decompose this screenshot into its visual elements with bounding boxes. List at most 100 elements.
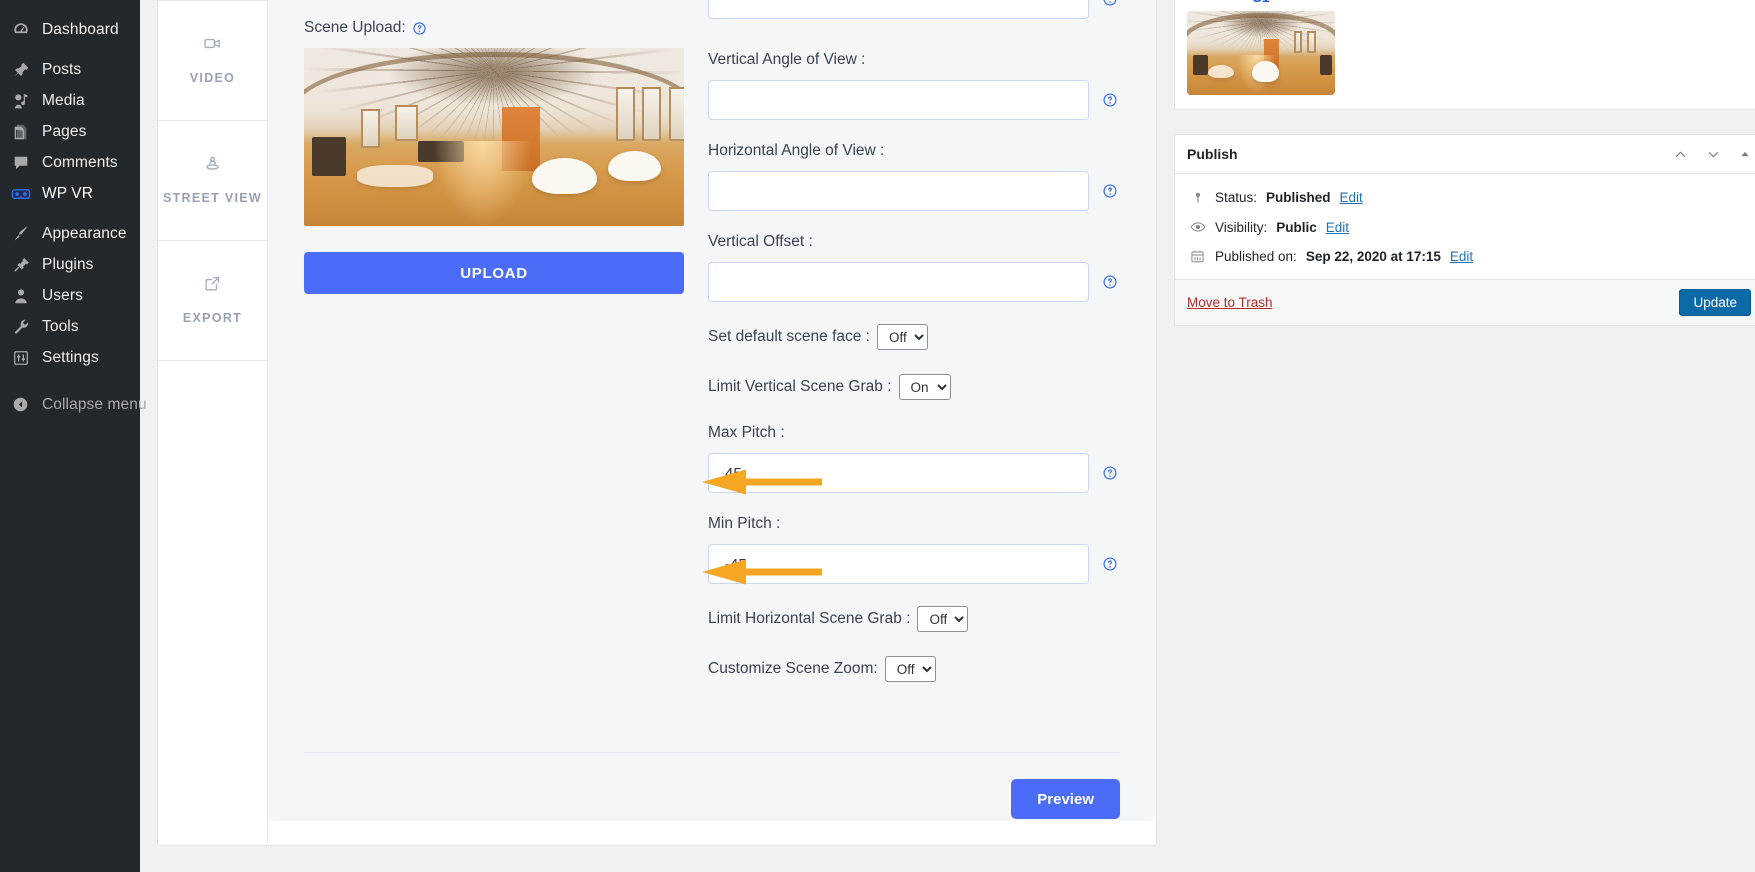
field-label: Min Pitch : [708,515,781,532]
toggle-panel-icon[interactable] [1739,148,1751,160]
appearance-brush-icon [10,223,31,244]
vertical-angle-of-view-input[interactable] [708,80,1089,120]
settings-sliders-icon [10,347,31,368]
sidebar-item-label: Plugins [42,255,94,273]
field-label: Horizontal Angle of View : [708,142,885,159]
sidebar-item-label: Posts [42,60,82,78]
scene-list-box: S1 [1174,0,1755,110]
tools-wrench-icon [10,316,31,337]
sidebar-item-comments[interactable]: Comments [0,147,140,178]
vertical-offset-input[interactable] [708,262,1089,302]
clipped-field-top-right[interactable] [708,0,1089,19]
panorama-image [304,48,684,226]
scene-thumbnail[interactable] [1187,11,1335,95]
upload-button[interactable]: UPLOAD [304,252,684,294]
sofa [608,151,662,182]
scene-preview-image[interactable] [304,48,684,226]
window [668,87,684,141]
street-view-pin-icon [203,154,222,176]
sidebar-item-posts[interactable]: Posts [0,54,140,85]
field-vertical-offset: Vertical Offset : [708,233,1118,302]
min-pitch-input[interactable] [708,544,1089,584]
info-icon[interactable] [1102,92,1118,108]
scene-tile-s1[interactable]: S1 [1187,0,1335,95]
field-limit-vertical-scene-grab: Limit Vertical Scene Grab : On [708,374,1118,400]
field-vertical-angle-of-view: Vertical Angle of View : [708,51,1118,120]
status-label: Status: [1215,190,1258,205]
status-edit-link[interactable]: Edit [1340,190,1363,205]
sidebar-item-label: Users [42,286,83,304]
clipped-field-row [708,0,1118,19]
sidebar-collapse-menu[interactable]: Collapse menu [0,389,147,420]
tab-street-view[interactable]: STREET VIEW [158,121,267,241]
preview-button-row: Preview [268,753,1156,819]
info-icon[interactable] [412,21,427,36]
floor-light-glow [433,140,532,226]
preview-button[interactable]: Preview [1011,779,1120,819]
tab-label: VIDEO [189,70,236,85]
pages-icon [10,121,31,142]
furniture-dark [1192,54,1208,75]
window [395,104,418,141]
window [1306,31,1316,53]
calendar-icon [1189,249,1206,264]
published-on-edit-link[interactable]: Edit [1450,249,1473,264]
sidebar-item-label: Appearance [42,224,127,242]
update-button[interactable]: Update [1679,289,1751,316]
window [361,108,380,148]
scene-upload-label: Scene Upload: [304,19,406,36]
visibility-edit-link[interactable]: Edit [1326,220,1349,235]
scene-upload-label-row: Scene Upload: [304,19,684,37]
sidebar-item-plugins[interactable]: Plugins [0,249,140,280]
customize-scene-zoom-select[interactable]: Off [884,656,936,682]
set-default-scene-face-select[interactable]: Off [877,324,928,350]
move-up-icon[interactable] [1673,147,1688,162]
field-limit-horizontal-scene-grab: Limit Horizontal Scene Grab : Off [708,606,1118,632]
limit-vertical-scene-grab-select[interactable]: On [898,374,951,400]
move-down-icon[interactable] [1706,147,1721,162]
external-link-icon [203,274,222,296]
move-to-trash-link[interactable]: Move to Trash [1187,295,1679,310]
publish-metabox-footer: Move to Trash Update [1175,279,1755,325]
tab-video[interactable]: VIDEO [158,1,267,121]
field-label: Set default scene face : [708,328,870,345]
field-horizontal-angle-of-view: Horizontal Angle of View : [708,142,1118,211]
tab-label: EXPORT [182,310,243,325]
info-icon[interactable] [1102,556,1118,572]
visibility-value: Public [1276,219,1317,235]
sidebar-item-media[interactable]: Media [0,85,140,116]
info-icon[interactable] [1102,0,1118,7]
field-label: Limit Horizontal Scene Grab : [708,610,911,627]
sidebar-item-label: Settings [42,348,99,366]
panorama-thumbnail [1187,11,1335,95]
window [615,87,635,141]
publish-visibility-row: Visibility: Public Edit [1187,214,1751,244]
admin-sidebar: Dashboard Posts Media Pages Comments WP … [0,0,147,872]
tab-export[interactable]: EXPORT [158,241,267,361]
published-on-label: Published on: [1215,249,1297,264]
publish-title: Publish [1187,146,1238,162]
plugins-plug-icon [10,254,31,275]
max-pitch-input[interactable] [708,453,1089,493]
field-label: Max Pitch : [708,424,785,441]
sidebar-item-wp-vr[interactable]: WP VR [0,178,140,209]
visibility-label: Visibility: [1215,219,1268,235]
horizontal-angle-of-view-input[interactable] [708,171,1089,211]
sidebar-item-dashboard[interactable]: Dashboard [0,14,140,45]
comments-icon [10,152,31,173]
sidebar-item-pages[interactable]: Pages [0,116,140,147]
limit-horizontal-scene-grab-select[interactable]: Off [917,606,969,632]
sidebar-item-settings[interactable]: Settings [0,342,140,373]
table [357,165,434,187]
metabox-header-actions [1673,147,1751,162]
dashboard-icon [10,19,31,40]
furniture-dark [1320,54,1333,75]
window [1293,31,1303,53]
sidebar-item-tools[interactable]: Tools [0,311,140,342]
info-icon[interactable] [1102,183,1118,199]
sidebar-item-appearance[interactable]: Appearance [0,218,140,249]
video-camera-icon [203,34,222,56]
sidebar-item-users[interactable]: Users [0,280,140,311]
info-icon[interactable] [1102,465,1118,481]
info-icon[interactable] [1102,274,1118,290]
